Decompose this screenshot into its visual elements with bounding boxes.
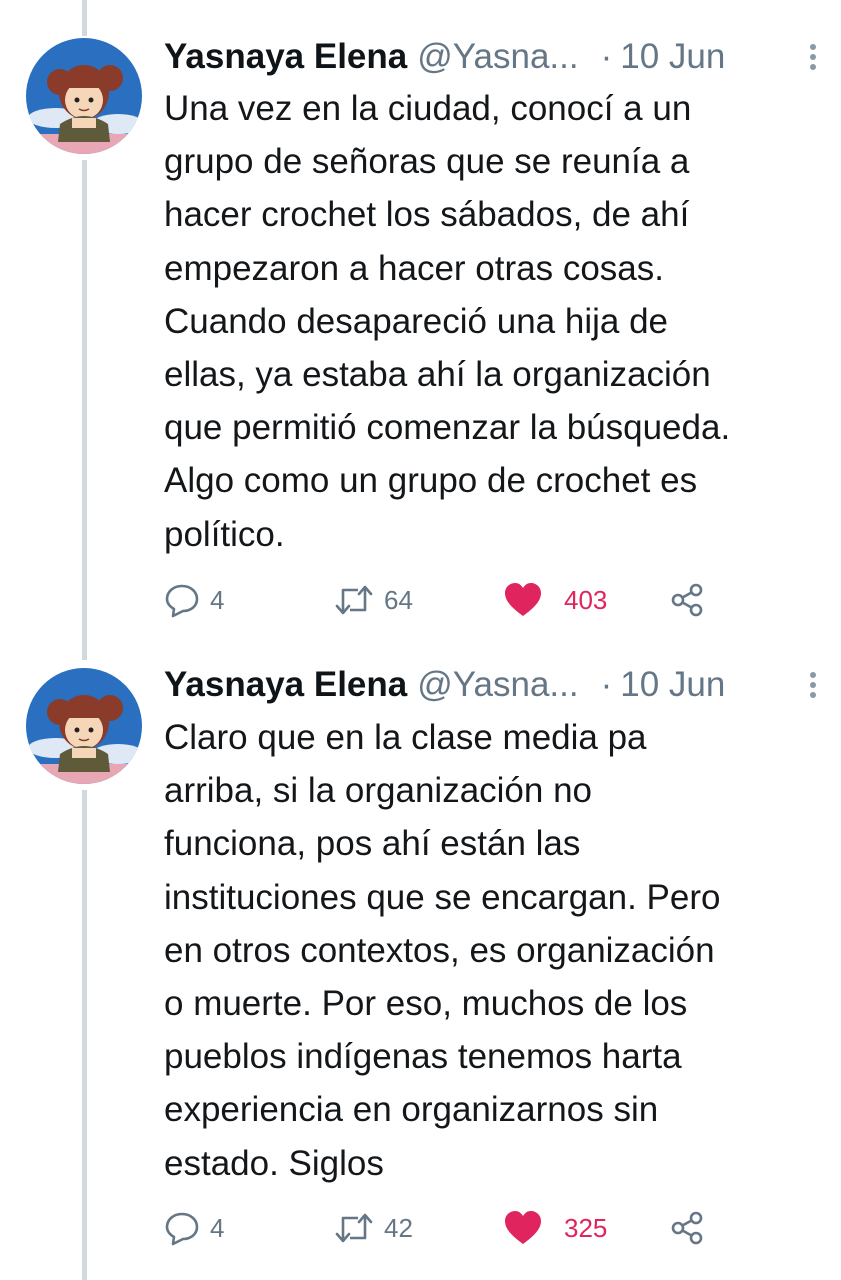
- tweet-header: Yasnaya Elena @Yasna... · 10 Jun: [164, 35, 823, 79]
- retweet-count: 64: [384, 584, 413, 615]
- anime-girl-avatar-icon: [26, 668, 142, 784]
- tweet-actions: 4 42 325: [164, 1208, 824, 1248]
- thread-line-top: [82, 0, 87, 36]
- author-handle[interactable]: @Yasna...: [417, 665, 578, 705]
- like-count: 325: [564, 1212, 608, 1243]
- avatar[interactable]: [26, 668, 142, 784]
- separator-dot: ·: [600, 665, 613, 704]
- like-button[interactable]: 403: [504, 580, 607, 620]
- avatar[interactable]: [26, 38, 142, 154]
- reply-button[interactable]: 4: [164, 1208, 224, 1248]
- separator-dot: ·: [600, 37, 613, 76]
- tweet-date[interactable]: 10 Jun: [620, 665, 725, 705]
- thread-line-middle: [82, 160, 87, 660]
- reply-bubble-icon: [165, 584, 199, 618]
- retweet-button[interactable]: 64: [334, 580, 413, 620]
- reply-bubble-icon: [165, 1212, 199, 1246]
- tweet-header: Yasnaya Elena @Yasna... · 10 Jun: [164, 663, 823, 707]
- reply-button[interactable]: 4: [164, 580, 224, 620]
- share-icon: [671, 583, 703, 617]
- tweet-text: Claro que en la clase media pa arriba, s…: [164, 718, 721, 1183]
- reply-count: 4: [210, 584, 225, 615]
- share-button[interactable]: [669, 580, 705, 620]
- author-name[interactable]: Yasnaya Elena: [164, 37, 407, 77]
- more-vertical-icon[interactable]: [803, 669, 823, 701]
- retweet-button[interactable]: 42: [334, 1208, 413, 1248]
- author-handle[interactable]: @Yasna...: [417, 37, 578, 77]
- retweet-icon: [335, 585, 373, 615]
- reply-count: 4: [210, 1212, 225, 1243]
- more-vertical-icon[interactable]: [803, 41, 823, 73]
- anime-girl-avatar-icon: [26, 38, 142, 154]
- tweet-actions: 4 64 403: [164, 580, 824, 620]
- heart-filled-icon: [505, 583, 541, 616]
- like-count: 403: [564, 584, 608, 615]
- share-button[interactable]: [669, 1208, 705, 1248]
- retweet-icon: [335, 1213, 373, 1243]
- thread-line-bottom: [82, 790, 87, 1280]
- like-button[interactable]: 325: [504, 1208, 607, 1248]
- share-icon: [671, 1211, 703, 1245]
- tweet-text: Una vez en la ciudad, conocí a un grupo …: [164, 89, 731, 554]
- heart-filled-icon: [505, 1211, 541, 1244]
- retweet-count: 42: [384, 1212, 413, 1243]
- tweet-date[interactable]: 10 Jun: [620, 37, 725, 77]
- author-name[interactable]: Yasnaya Elena: [164, 665, 407, 705]
